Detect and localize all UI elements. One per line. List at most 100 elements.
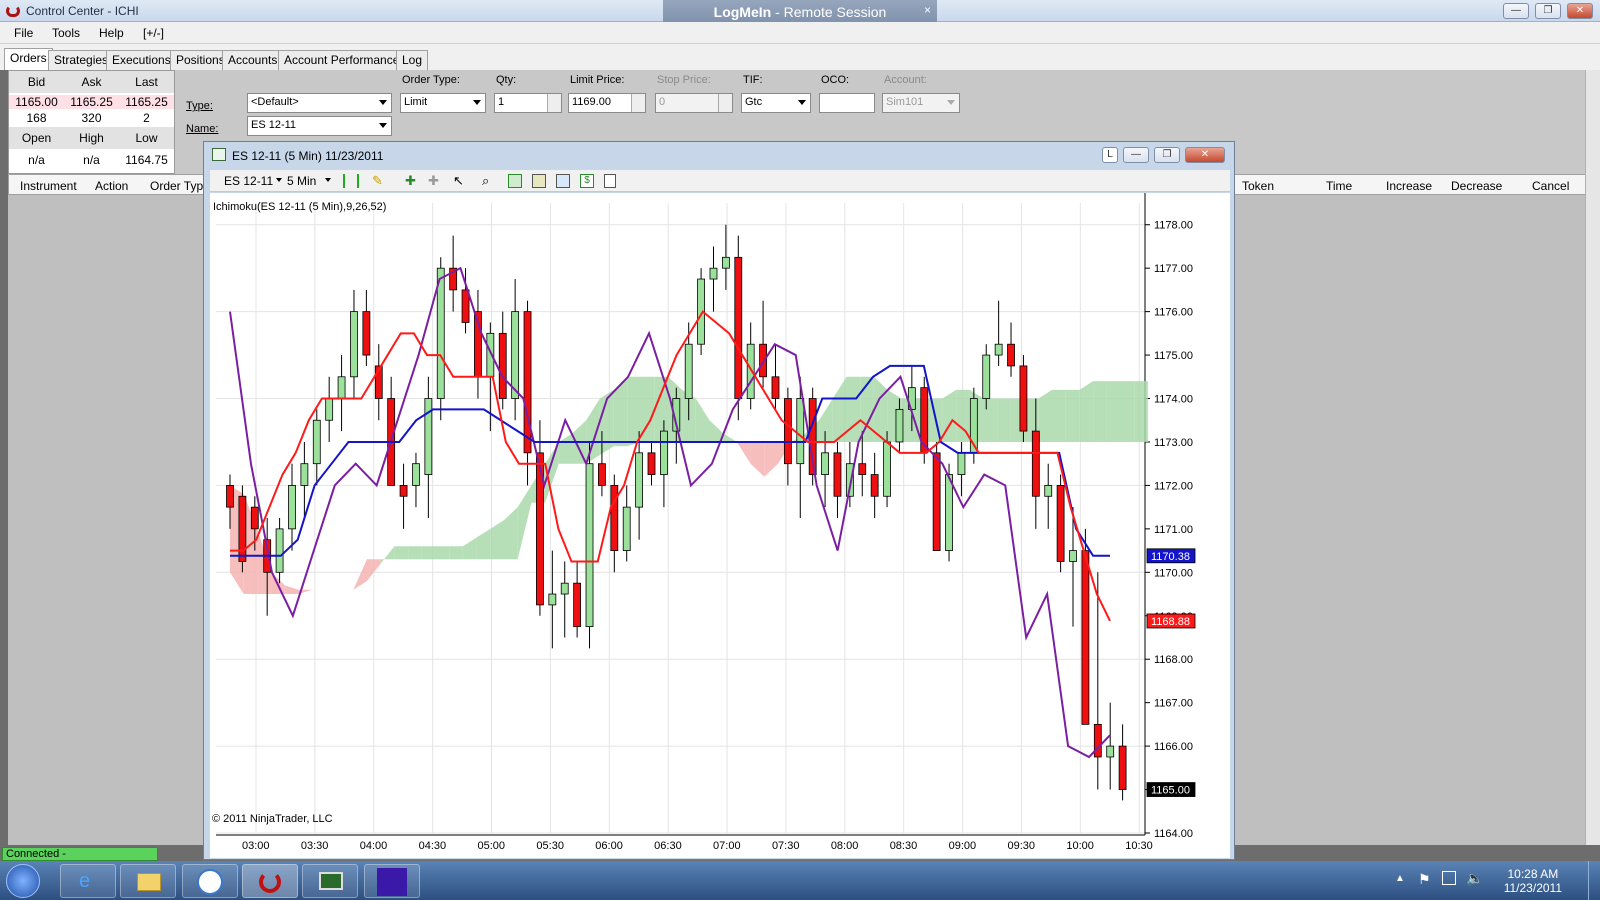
kumo-cloud-segment [504,507,518,560]
menu-help[interactable]: Help [99,26,124,40]
open-header: Open [21,131,52,145]
oco-field[interactable] [819,93,875,113]
menu-expand-collapse[interactable]: [+/-] [143,26,164,40]
qty-label: Qty: [496,74,517,86]
add-indicator-icon[interactable]: ✚ [405,173,416,189]
tab-account-performance[interactable]: Account Performance [278,50,406,70]
candle-body [759,343,767,378]
qty-stepper[interactable]: 1 [494,93,562,113]
candle-body [598,463,606,486]
menu-tools[interactable]: Tools [52,26,80,40]
minimize-button[interactable]: — [1503,3,1529,19]
copyright-label: © 2011 NinjaTrader, LLC [212,813,333,825]
candle-body [362,311,371,356]
x-tick-label: 07:00 [713,840,741,852]
cursor-icon[interactable]: ↖ [453,173,464,189]
kumo-cloud-segment [736,441,751,464]
chart-close-button[interactable]: ✕ [1185,147,1225,163]
col-increase[interactable]: Increase [1386,179,1432,193]
properties-icon[interactable] [604,174,616,188]
price-chart[interactable]: 1164.001165.001166.001167.001168.001169.… [210,193,1230,858]
toolbar-interval-select[interactable]: 5 Min [287,174,316,188]
dollar-icon[interactable]: $ [580,174,594,188]
tif-select[interactable]: Gtc [741,93,811,113]
zoom-icon[interactable]: ⌕ [482,173,489,189]
y-tick-label: 1167.00 [1154,698,1193,710]
tab-orders[interactable]: Orders [4,48,53,70]
dell-icon[interactable] [182,864,238,898]
menu-file[interactable]: File [14,26,33,40]
y-tick-label: 1173.00 [1154,437,1193,449]
chart-plot-area[interactable]: 1164.001165.001166.001167.001168.001169.… [210,193,1230,858]
ninjatrader-taskbar-icon[interactable] [242,864,298,898]
system-clock[interactable]: 10:28 AM 11/23/2011 [1504,867,1562,895]
indicators-icon[interactable] [532,174,546,188]
candle-body [511,311,520,399]
ie-icon[interactable]: e [60,864,116,898]
col-time[interactable]: Time [1326,179,1352,193]
kumo-cloud-segment [380,546,395,564]
connection-status: Connected - InteractiveBrokers [2,847,158,872]
kumo-cloud-segment [1079,381,1094,442]
type-select[interactable]: <Default> [247,93,392,113]
chart-style-icon[interactable] [343,174,359,188]
candle-body [1044,485,1053,497]
tab-accounts[interactable]: Accounts [222,50,284,70]
col-token[interactable]: Token [1242,179,1274,193]
stop-price-stepper: 0 [655,93,733,113]
spinner-arrows-icon[interactable] [631,94,645,112]
col-action[interactable]: Action [95,179,128,193]
banner-close-icon[interactable]: × [924,0,931,22]
vertical-scrollbar[interactable] [1585,70,1600,845]
instrument-select[interactable]: ES 12-11 [247,116,392,136]
network-icon[interactable] [1442,871,1456,885]
flag-icon[interactable]: ⚑ [1418,871,1431,888]
remove-icon[interactable]: ✚ [428,173,439,189]
candle-body [771,376,780,399]
show-desktop-button[interactable] [1588,861,1600,900]
candle-body [436,267,445,399]
link-button[interactable]: L [1102,147,1118,163]
strategies-icon[interactable] [556,174,570,188]
candle-body [982,354,991,399]
start-button[interactable] [6,864,40,898]
account-value: Sim101 [886,96,924,108]
tab-log[interactable]: Log [396,50,429,70]
chart-minimize-button[interactable]: — [1123,147,1149,163]
chart-window-title: ES 12-11 (5 Min) 11/23/2011 [232,149,384,163]
spinner-arrows-icon [718,94,732,112]
chevron-down-icon [798,100,806,105]
folder-icon[interactable] [120,864,176,898]
chart-window[interactable]: ES 12-11 (5 Min) 11/23/2011 L — ❐ ✕ ES 1… [203,141,1235,860]
y-tick-label: 1178.00 [1154,220,1193,232]
monitor-icon[interactable] [302,864,358,898]
col-instrument[interactable]: Instrument [20,179,77,193]
kumo-cloud-segment [517,485,532,560]
col-order-type[interactable]: Order Typ [150,179,203,193]
order-type-select[interactable]: Limit [400,93,486,113]
kumo-cloud-segment [353,559,367,590]
chart-restore-button[interactable]: ❐ [1154,147,1180,163]
remote-tool-icon[interactable] [364,864,420,898]
kumo-cloud-segment [613,376,628,447]
kumo-cloud-segment [846,376,861,442]
spinner-arrows-icon[interactable] [547,94,561,112]
account-select: Sim101 [882,93,960,113]
col-cancel[interactable]: Cancel [1532,179,1569,193]
pencil-icon[interactable]: ✎ [372,173,383,189]
candle-body [573,582,582,628]
col-decrease[interactable]: Decrease [1451,179,1502,193]
close-button[interactable]: ✕ [1567,3,1593,19]
tab-executions[interactable]: Executions [106,50,177,70]
x-tick-label: 05:00 [478,840,506,852]
chart-toolbar: ES 12-11 5 Min ✎ ✚ ✚ ↖ ⌕ $ [210,170,1230,192]
restore-button[interactable]: ❐ [1535,3,1561,19]
limit-price-stepper[interactable]: 1169.00 [568,93,646,113]
tab-strategies[interactable]: Strategies [48,50,115,70]
toolbar-instrument-select[interactable]: ES 12-11 [224,174,273,188]
data-box-icon[interactable] [508,174,522,188]
volume-muted-icon[interactable]: 🔈 [1466,870,1483,887]
x-tick-label: 07:30 [772,840,800,852]
last-size: 2 [143,111,150,125]
tray-expand-icon[interactable]: ▲ [1395,873,1405,884]
